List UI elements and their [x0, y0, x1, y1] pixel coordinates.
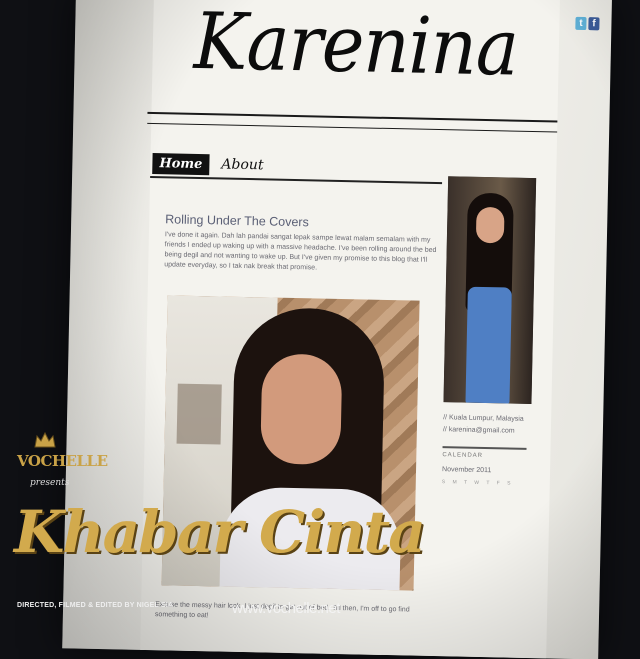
nav-underline: [150, 175, 443, 185]
photo-shelf: [176, 383, 222, 445]
photo-face: [260, 353, 343, 466]
header-divider-thin: [147, 122, 558, 133]
calendar-heading: CALENDAR: [442, 452, 484, 460]
credits-text: DIRECTED, FILMED & EDITED BY NIGEL SIA: [17, 602, 174, 609]
tab-home[interactable]: Home: [152, 153, 210, 176]
calendar-month: November 2011: [441, 466, 492, 475]
post-body: I've done it again. Dah lah pandai sanga…: [164, 231, 437, 272]
header-divider: [147, 111, 558, 123]
crown-icon: [34, 432, 56, 448]
website-url[interactable]: www.vochelle.net: [232, 600, 340, 617]
brand-name: VOCHELLE: [17, 452, 108, 470]
social-icons: t f: [575, 16, 600, 31]
tab-about[interactable]: About: [219, 153, 266, 176]
sidebar: // Kuala Lumpur, Malaysia // karenina@gm…: [442, 176, 538, 487]
calendar-weekdays: S M T W T F S: [441, 479, 514, 487]
post-title[interactable]: Rolling Under The Covers: [165, 212, 309, 229]
presents-label: presents: [30, 478, 70, 488]
blog-logo[interactable]: Karenina: [168, 0, 543, 94]
blog-nav: Home About: [152, 152, 266, 176]
show-title: Khabar Cinta: [14, 498, 426, 566]
facebook-icon[interactable]: f: [588, 17, 600, 31]
twitter-icon[interactable]: t: [575, 16, 587, 31]
sidebar-divider: [442, 446, 527, 450]
profile-photo: [443, 176, 537, 405]
profile-info: // Kuala Lumpur, Malaysia // karenina@gm…: [443, 412, 533, 438]
profile-email[interactable]: // karenina@gmail.com: [443, 424, 533, 438]
